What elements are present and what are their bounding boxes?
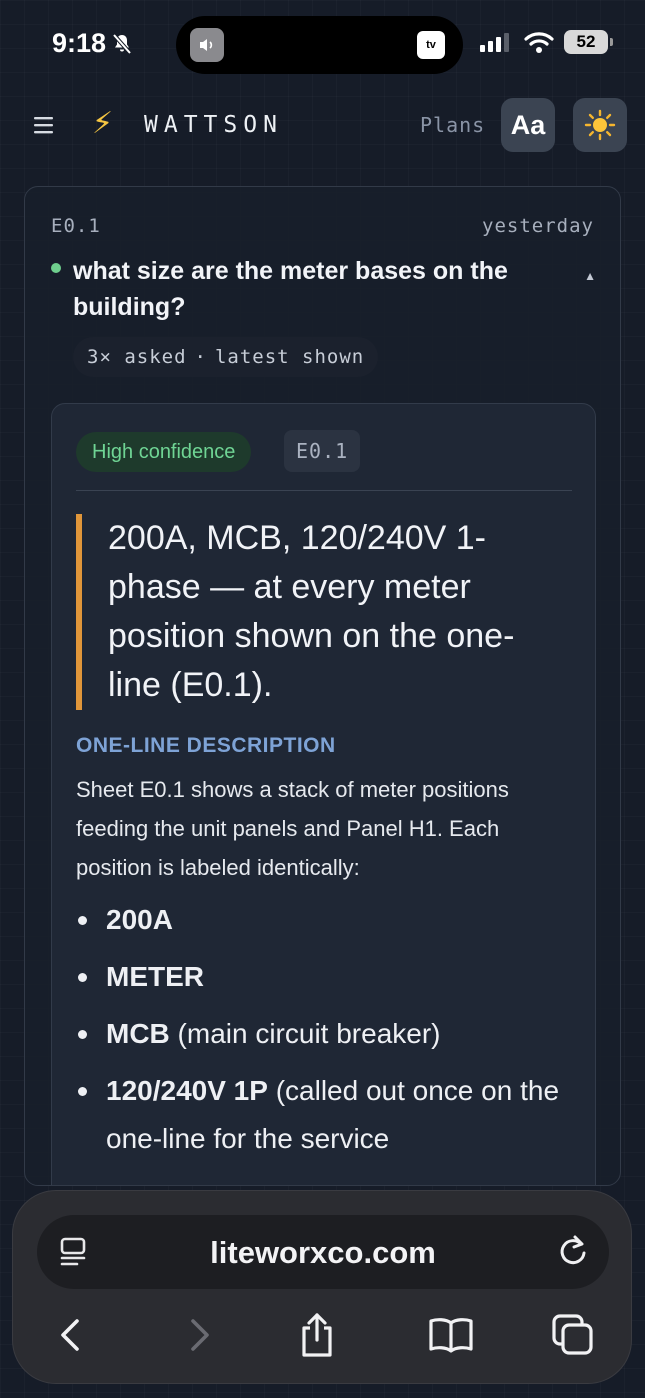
theme-toggle-button[interactable]	[573, 98, 627, 152]
cellular-signal-icon	[480, 33, 509, 52]
status-time: 9:18	[52, 28, 134, 59]
battery-indicator: 52	[564, 30, 613, 54]
app-header: ⚡ WATTSON Plans Aa	[0, 96, 645, 154]
hamburger-menu-button[interactable]	[32, 110, 58, 140]
answer-summary: 200A, MCB, 120/240V 1-phase — at every m…	[76, 514, 546, 710]
question-text[interactable]: what size are the meter bases on the bui…	[73, 253, 553, 325]
bullet-rest: (main circuit breaker)	[169, 1018, 441, 1049]
status-dot	[51, 263, 61, 273]
chevron-left-icon	[61, 1319, 79, 1351]
bell-slash-icon	[112, 33, 132, 54]
plans-link[interactable]: Plans	[420, 113, 485, 137]
battery-level: 52	[576, 32, 596, 51]
dynamic-island: tv	[176, 16, 463, 74]
lightning-bolt-icon: ⚡	[92, 107, 114, 140]
url-text[interactable]: liteworxco.com	[37, 1235, 609, 1271]
tabs-button[interactable]	[549, 1311, 597, 1359]
answer-card: High confidence E0.1 200A, MCB, 120/240V…	[51, 403, 596, 1185]
asked-count: 3× asked	[87, 346, 187, 368]
speaker-icon	[190, 28, 224, 62]
section-heading: ONE-LINE DESCRIPTION	[76, 734, 336, 757]
back-button[interactable]	[47, 1311, 95, 1359]
status-indicators: 52	[478, 30, 613, 54]
browser-nav-row	[13, 1303, 633, 1363]
asked-separator: ·	[194, 346, 207, 368]
confidence-badge: High confidence	[76, 432, 252, 472]
bullet-item: 120/240V 1P (called out once on the one-…	[76, 1067, 576, 1163]
apple-tv-label: tv	[426, 39, 436, 51]
divider	[76, 490, 572, 491]
bullet-item: MCB (main circuit breaker)	[76, 1010, 576, 1058]
browser-toolbar: liteworxco.com	[12, 1190, 632, 1384]
question-thread-card: E0.1 yesterday what size are the meter b…	[24, 186, 621, 1186]
book-icon	[429, 1318, 473, 1353]
bullet-bold: METER	[106, 961, 204, 992]
brand-name: WATTSON	[144, 112, 283, 138]
reload-icon[interactable]	[555, 1233, 591, 1269]
forward-button[interactable]	[175, 1311, 223, 1359]
bullet-item: 200A	[76, 896, 576, 944]
bullet-bold: 200A	[106, 904, 173, 935]
section-body: Sheet E0.1 shows a stack of meter positi…	[76, 777, 509, 880]
collapse-caret-icon[interactable]: ▲	[584, 269, 596, 283]
bullet-item: METER	[76, 953, 576, 1001]
bullet-bold: MCB	[106, 1018, 170, 1049]
chevron-right-icon	[191, 1319, 209, 1351]
address-bar[interactable]: liteworxco.com	[37, 1215, 609, 1289]
thread-timestamp: yesterday	[482, 215, 594, 237]
hamburger-icon	[34, 117, 53, 134]
bookmarks-button[interactable]	[427, 1311, 475, 1359]
bullet-bold: 120/240V 1P	[106, 1075, 268, 1106]
wifi-icon	[524, 32, 554, 53]
sun-icon	[584, 109, 616, 141]
share-button[interactable]	[293, 1311, 341, 1359]
tabs-icon	[552, 1314, 593, 1355]
spec-bullet-list: 200A METER MCB (main circuit breaker) 12…	[76, 896, 576, 1172]
apple-tv-icon: tv	[417, 31, 445, 59]
asked-suffix: latest shown	[214, 346, 365, 368]
time-text: 9:18	[52, 28, 107, 58]
asked-count-pill: 3× asked · latest shown	[73, 337, 379, 377]
share-icon	[302, 1313, 332, 1357]
thread-sheet-id: E0.1	[51, 215, 101, 237]
status-bar: 9:18 tv 52	[0, 0, 645, 90]
sheet-reference-chip[interactable]: E0.1	[284, 430, 361, 472]
font-size-button[interactable]: Aa	[501, 98, 555, 152]
